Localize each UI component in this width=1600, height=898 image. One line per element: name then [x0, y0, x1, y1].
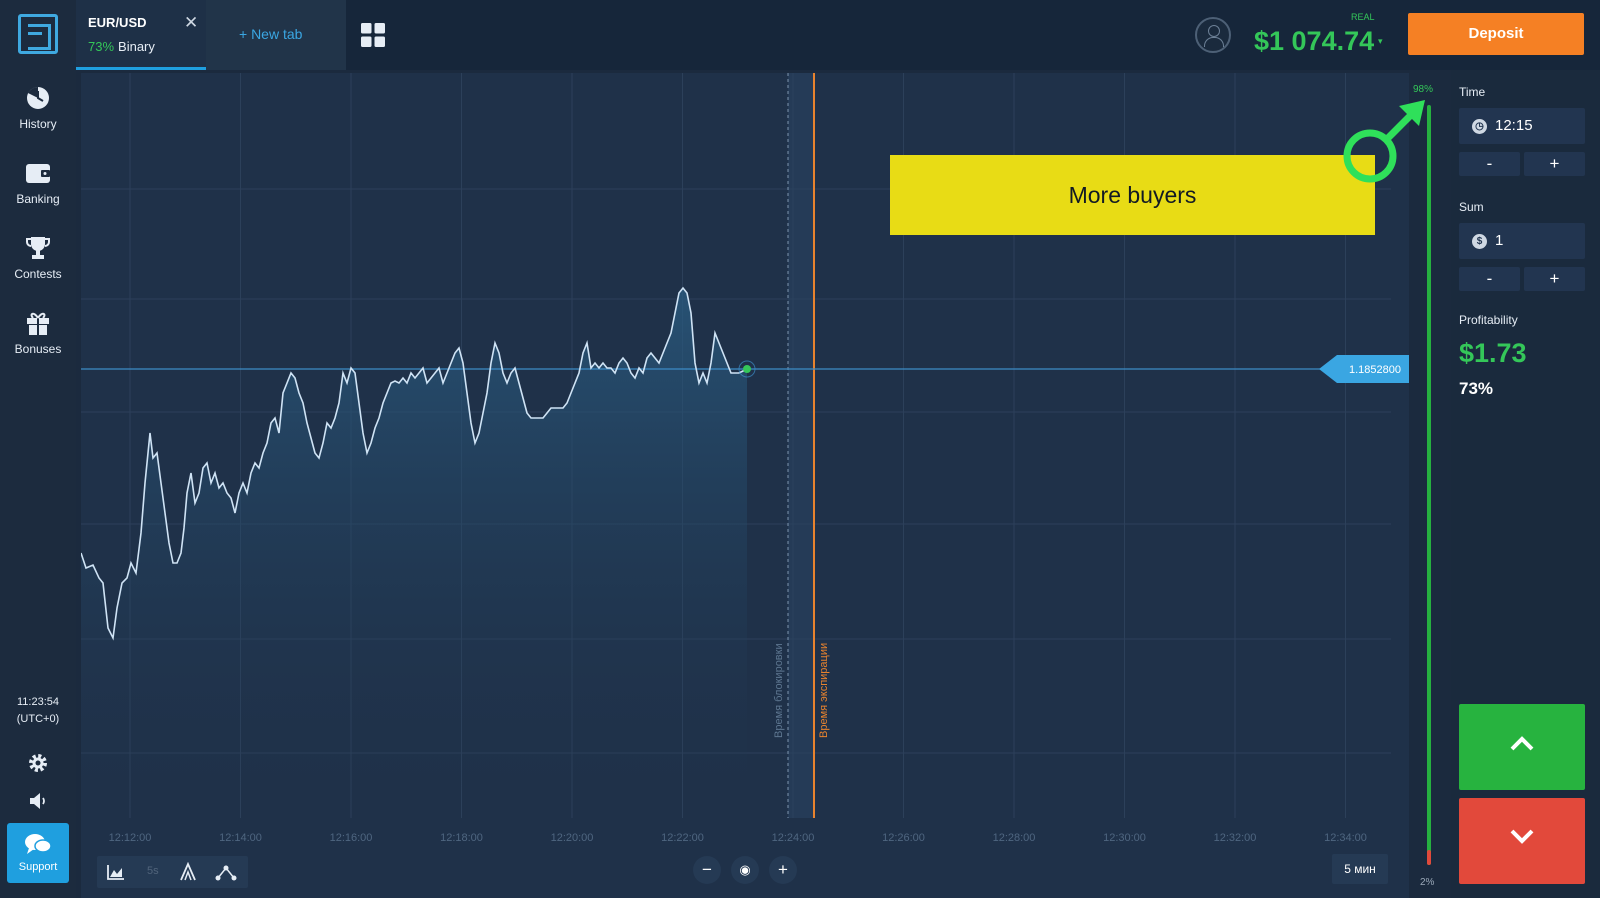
chevron-down-icon[interactable]: ▾ [1378, 36, 1383, 47]
tab-subtitle: 73% Binary [88, 39, 155, 54]
call-up-button[interactable] [1459, 704, 1585, 790]
profitability-label: Profitability [1459, 313, 1518, 327]
time-plus-button[interactable]: + [1524, 152, 1585, 176]
history-icon [27, 86, 49, 109]
clock-icon: ◷ [1472, 119, 1487, 134]
support-button[interactable]: Support [7, 823, 69, 883]
sidebar-item-label: Banking [16, 192, 60, 206]
profitability-percent: 73% [1459, 379, 1494, 398]
more-buyers-banner: More buyers [890, 155, 1375, 235]
zoom-out-button[interactable]: − [693, 856, 721, 884]
sum-plus-button[interactable]: + [1524, 267, 1585, 291]
chart-tools: 5s [97, 856, 248, 888]
x-tick-label: 12:24:00 [772, 832, 815, 844]
gear-icon[interactable] [27, 752, 49, 774]
lock-zone [788, 73, 814, 818]
sidebar-item-banking[interactable]: Banking [0, 159, 76, 206]
x-tick-label: 12:20:00 [551, 832, 594, 844]
x-tick-label: 12:18:00 [440, 832, 483, 844]
server-time: 11:23:54 (UTC+0) [0, 694, 76, 728]
x-axis-ticks: 12:12:00 12:14:00 12:16:00 12:18:00 12:20:00… [109, 832, 1367, 844]
dollar-icon: $ [1472, 234, 1487, 249]
x-tick-label: 12:26:00 [882, 832, 925, 844]
x-tick-label: 12:30:00 [1103, 832, 1146, 844]
sidebar-item-contests[interactable]: Contests [0, 234, 76, 281]
sum-input[interactable]: $ 1 [1459, 223, 1585, 259]
server-timezone: (UTC+0) [16, 713, 60, 725]
tab-eur-usd[interactable]: EUR/USD 73% Binary ✕ [76, 0, 206, 70]
arrow-up-icon [1343, 100, 1425, 183]
gift-icon [27, 312, 49, 335]
wallet-icon [26, 164, 50, 183]
support-label: Support [18, 861, 58, 873]
account-balance[interactable]: $1 074.74 [1254, 26, 1374, 57]
grid-layout-icon[interactable] [361, 23, 385, 47]
top-bar: EUR/USD 73% Binary ✕ + New tab REAL $1 07… [76, 0, 1600, 70]
time-input[interactable]: ◷ 12:15 [1459, 108, 1585, 144]
sum-value: 1 [1495, 232, 1504, 249]
interval-button[interactable]: 5s [147, 865, 159, 877]
x-tick-label: 12:16:00 [330, 832, 373, 844]
sum-minus-button[interactable]: - [1459, 267, 1520, 291]
indicator-icon[interactable] [177, 862, 199, 882]
sellers-percent: 2% [1420, 877, 1435, 888]
x-tick-label: 12:34:00 [1324, 832, 1367, 844]
sidebar-item-history[interactable]: History [0, 84, 76, 131]
server-time-value: 11:23:54 [16, 696, 59, 708]
sidebar-item-bonuses[interactable]: Bonuses [0, 309, 76, 356]
new-tab-button[interactable]: + New tab [206, 0, 346, 70]
buyers-percent: 98% [1413, 84, 1434, 95]
tab-mode: Binary [118, 39, 155, 54]
speaker-icon[interactable] [27, 790, 49, 812]
sentiment-bar-sellers [1427, 850, 1431, 865]
x-tick-label: 12:22:00 [661, 832, 704, 844]
sentiment-bar-buyers [1427, 105, 1431, 865]
time-minus-button[interactable]: - [1459, 152, 1520, 176]
account-type: REAL [1351, 12, 1375, 22]
tab-payout: 73% [88, 39, 115, 54]
x-tick-label: 12:14:00 [219, 832, 262, 844]
x-tick-label: 12:32:00 [1214, 832, 1257, 844]
deposit-button[interactable]: Deposit [1408, 13, 1584, 55]
timeframe-button[interactable]: 5 мин [1332, 854, 1388, 884]
close-icon[interactable]: ✕ [184, 13, 198, 33]
profitability-value: $1.73 [1459, 338, 1527, 368]
chat-bubbles-icon [25, 834, 52, 854]
time-label: Time [1459, 85, 1486, 99]
sidebar-item-label: Contests [14, 267, 62, 281]
avatar[interactable] [1195, 17, 1231, 53]
left-sidebar: History Banking Contests Bonuses 11:23:5… [0, 0, 76, 898]
logo-icon[interactable] [18, 14, 58, 54]
x-tick-label: 12:12:00 [109, 832, 152, 844]
tab-asset-name: EUR/USD [88, 15, 147, 30]
zoom-in-button[interactable]: + [769, 856, 797, 884]
expiry-time-label: Время экспирации [818, 643, 830, 738]
chevron-down-icon [1510, 829, 1534, 844]
area-chart-icon[interactable] [105, 862, 127, 882]
put-down-button[interactable] [1459, 798, 1585, 884]
trophy-icon [26, 237, 50, 259]
time-value: 12:15 [1495, 117, 1533, 134]
sum-label: Sum [1459, 200, 1484, 214]
chevron-up-icon [1510, 736, 1534, 751]
x-tick-label: 12:28:00 [993, 832, 1036, 844]
current-point-dot [743, 365, 751, 373]
trade-panel: Time ◷ 12:15 - + Sum $ 1 - + Profitabili… [1451, 70, 1600, 898]
trading-app: History Banking Contests Bonuses 11:23:5… [0, 0, 1600, 898]
new-tab-label: + New tab [239, 26, 303, 42]
drawing-tools-icon[interactable] [215, 862, 237, 882]
current-price-value: 1.1852800 [1349, 364, 1401, 376]
sidebar-item-label: History [19, 117, 57, 131]
lock-time-label: Время блокировки [773, 643, 785, 738]
sidebar-item-label: Bonuses [14, 342, 62, 356]
zoom-reset-button[interactable]: ◉ [731, 856, 759, 884]
